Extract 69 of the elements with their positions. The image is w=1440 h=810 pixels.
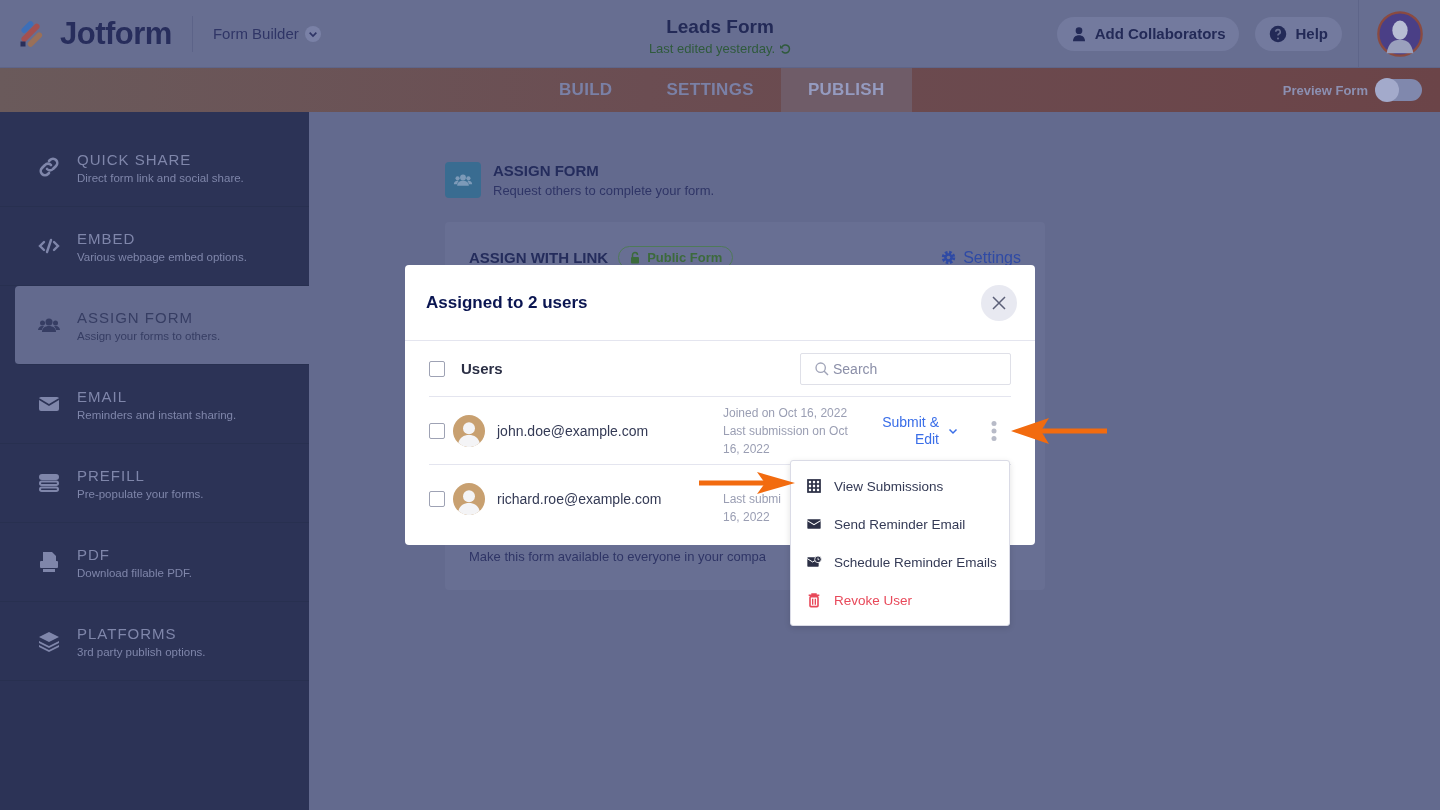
user-activity-text: Last submission on Oct 16, 2022 <box>723 422 849 458</box>
close-button[interactable] <box>981 284 1017 321</box>
sidebar-item-subtitle: 3rd party publish options. <box>77 645 206 658</box>
column-header: Users <box>461 360 503 377</box>
form-fields-icon <box>37 471 61 495</box>
layers-icon <box>37 629 61 653</box>
search-icon <box>814 360 830 377</box>
permission-dropdown[interactable]: Submit & Edit <box>877 413 959 448</box>
sidebar-item-title: PLATFORMS <box>77 624 178 642</box>
sidebar-item[interactable]: PDF Download fillable PDF. <box>0 523 309 602</box>
sidebar-item-subtitle: Direct form link and social share. <box>77 171 244 184</box>
sidebar-item-title: EMAIL <box>77 387 128 405</box>
sidebar-item-title: PDF <box>77 545 111 563</box>
more-icon <box>991 420 997 441</box>
sidebar-item[interactable]: PREFILL Pre-populate your forms. <box>0 444 309 523</box>
row-checkbox[interactable] <box>429 491 445 507</box>
avatar <box>1376 10 1423 57</box>
menu-item[interactable]: Send Reminder Email <box>791 505 1009 543</box>
user-activity-text: Joined on Oct 16, 2022 <box>723 404 849 422</box>
sidebar-item[interactable]: QUICK SHARE Direct form link and social share. <box>0 128 309 207</box>
nav-tab[interactable]: BUILD <box>532 68 640 112</box>
user-activity-text: Last submi <box>723 491 782 508</box>
dialog-title: Assigned to 2 users <box>426 292 588 313</box>
sidebar-item[interactable]: PLATFORMS 3rd party publish options. <box>0 602 309 681</box>
trash-icon <box>806 592 822 608</box>
grid-icon <box>806 478 822 494</box>
search-field[interactable]: Search <box>800 352 1011 385</box>
preview-label: Preview Form <box>1282 82 1368 98</box>
settings-icon <box>940 249 958 266</box>
preview-toggle[interactable] <box>1376 79 1422 101</box>
logo-text: Jotform <box>60 15 172 52</box>
sidebar-item-title: PREFILL <box>77 466 146 484</box>
link-icon <box>37 155 61 179</box>
document-icon <box>37 550 61 574</box>
product-dropdown[interactable]: Form Builder <box>212 25 321 42</box>
close-icon <box>990 293 1008 312</box>
menu-item[interactable]: Schedule Reminder Emails <box>791 543 1009 581</box>
section-title: ASSIGN FORM <box>493 162 600 179</box>
sidebar-item-subtitle: Various webpage embed options. <box>77 250 247 263</box>
user-email: richard.roe@example.com <box>497 491 663 507</box>
user-activity-text: 16, 2022 <box>723 509 770 526</box>
user-email: john.doe@example.com <box>497 422 650 439</box>
menu-item[interactable]: Revoke User <box>791 581 1009 619</box>
sidebar-item-subtitle: Download fillable PDF. <box>77 566 193 579</box>
form-title: Leads Form <box>665 16 775 38</box>
sidebar-item-subtitle: Pre-populate your forms. <box>77 487 204 500</box>
sidebar-item-title: EMBED <box>77 229 137 247</box>
more-options-button[interactable] <box>989 418 999 443</box>
undo-icon <box>779 42 792 55</box>
user-avatar <box>453 483 485 515</box>
user-avatar <box>453 414 485 447</box>
select-all-checkbox[interactable] <box>429 360 445 377</box>
sidebar-item[interactable]: EMAIL Reminders and instant sharing. <box>0 365 309 444</box>
menu-item[interactable]: View Submissions <box>791 467 1009 505</box>
chevron-icon <box>304 25 321 42</box>
help-icon <box>1269 24 1288 43</box>
help-button[interactable]: Help <box>1255 16 1342 51</box>
nav-tab[interactable]: SETTINGS <box>639 68 781 112</box>
envelope-clock-icon <box>806 554 822 570</box>
lock-icon <box>629 250 642 265</box>
last-edited-text: Last edited yesterday. <box>648 41 776 56</box>
row-checkbox[interactable] <box>429 422 445 439</box>
card-title: ASSIGN WITH LINK <box>469 249 609 266</box>
nav-tab[interactable]: PUBLISH <box>780 68 912 112</box>
envelope-icon <box>806 516 822 532</box>
sidebar-item-title: QUICK SHARE <box>77 150 193 168</box>
user-icon <box>1070 25 1087 42</box>
sidebar-item-subtitle: Reminders and instant sharing. <box>77 408 237 421</box>
collaborators-button[interactable]: Add Collaborators <box>1056 16 1240 51</box>
